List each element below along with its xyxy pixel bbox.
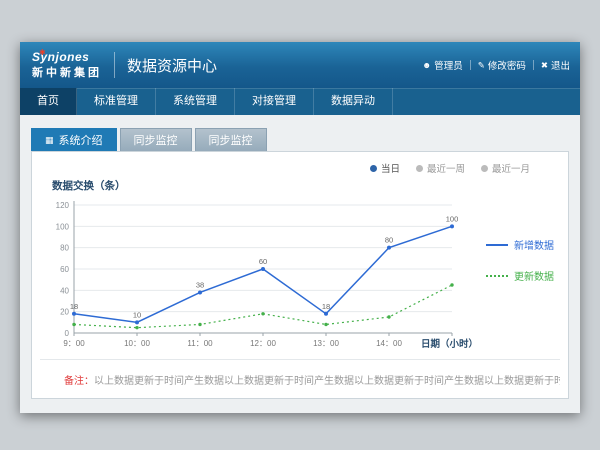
filter-today[interactable]: 当日 bbox=[370, 161, 400, 175]
header-separator bbox=[533, 60, 534, 70]
tab-sync-monitor-1[interactable]: 同步监控 bbox=[120, 128, 192, 151]
filter-label: 最近一月 bbox=[492, 161, 530, 175]
nav-item-home[interactable]: 首页 bbox=[20, 88, 77, 115]
line-sample-solid bbox=[486, 244, 508, 246]
filter-label: 最近一周 bbox=[427, 161, 465, 175]
content-area: ▦ 系统介绍 同步监控 同步监控 当日 bbox=[20, 115, 580, 413]
header-actions: ☻ 管理员 ✎ 修改密码 ✖ 退出 bbox=[422, 58, 570, 72]
nav-item-standard-mgmt[interactable]: 标准管理 bbox=[77, 88, 156, 115]
logout-label: 退出 bbox=[551, 58, 570, 72]
admin-user-label: 管理员 bbox=[434, 58, 463, 72]
header-separator bbox=[470, 60, 471, 70]
svg-text:10: 10 bbox=[133, 310, 141, 319]
svg-text:日期（小时）: 日期（小时） bbox=[421, 338, 478, 350]
footnote-text: 以上数据更新于时间产生数据以上数据更新于时间产生数据以上数据更新于时间产生数据以… bbox=[94, 376, 560, 387]
user-icon: ☻ bbox=[422, 60, 431, 70]
tab-bar: ▦ 系统介绍 同步监控 同步监控 bbox=[31, 128, 569, 151]
svg-text:11：00: 11：00 bbox=[187, 339, 213, 348]
radio-dot-icon bbox=[416, 165, 423, 172]
nav-item-data-change[interactable]: 数据异动 bbox=[314, 88, 393, 115]
filter-last-week[interactable]: 最近一周 bbox=[416, 161, 465, 175]
svg-text:0: 0 bbox=[65, 329, 70, 338]
svg-text:12：00: 12：00 bbox=[250, 339, 276, 348]
svg-text:80: 80 bbox=[60, 244, 69, 253]
chart-row: 0 20 40 60 80 100 120 9：00 10：00 11：00 12：00 13：00 1… bbox=[40, 193, 560, 355]
svg-text:38: 38 bbox=[196, 280, 204, 289]
app-window: ✱ Synjones 新中新集团 数据资源中心 ☻ 管理员 ✎ 修改密码 ✖ bbox=[20, 42, 580, 413]
svg-text:9：00: 9：00 bbox=[63, 339, 85, 348]
app-header: ✱ Synjones 新中新集团 数据资源中心 ☻ 管理员 ✎ 修改密码 ✖ bbox=[20, 42, 580, 88]
svg-text:18: 18 bbox=[70, 302, 78, 311]
radio-dot-icon bbox=[370, 165, 377, 172]
admin-user-button[interactable]: ☻ 管理员 bbox=[422, 58, 462, 72]
footnote: 备注：以上数据更新于时间产生数据以上数据更新于时间产生数据以上数据更新于时间产生… bbox=[40, 359, 560, 399]
tab-label: 系统介绍 bbox=[59, 132, 103, 148]
line-chart[interactable]: 0 20 40 60 80 100 120 9：00 10：00 11：00 12：00 13：00 1… bbox=[40, 193, 484, 355]
svg-text:100: 100 bbox=[446, 214, 459, 223]
svg-text:120: 120 bbox=[56, 201, 70, 210]
tab-system-intro[interactable]: ▦ 系统介绍 bbox=[31, 128, 117, 151]
tab-label: 同步监控 bbox=[209, 132, 253, 148]
logout-button[interactable]: ✖ 退出 bbox=[541, 58, 570, 72]
svg-text:13：00: 13：00 bbox=[313, 339, 339, 348]
svg-text:20: 20 bbox=[60, 308, 69, 317]
filter-label: 当日 bbox=[381, 161, 400, 175]
brand-name-cn: 新中新集团 bbox=[32, 64, 102, 80]
series-legend: 新增数据 更新数据 bbox=[486, 237, 554, 283]
change-password-label: 修改密码 bbox=[488, 58, 526, 72]
legend-item-new-data[interactable]: 新增数据 bbox=[486, 237, 554, 252]
nav-item-integration-mgmt[interactable]: 对接管理 bbox=[235, 88, 314, 115]
svg-text:10：00: 10：00 bbox=[124, 339, 150, 348]
filter-last-month[interactable]: 最近一月 bbox=[481, 161, 530, 175]
brand-logo: ✱ Synjones 新中新集团 bbox=[30, 50, 102, 80]
nav-item-system-mgmt[interactable]: 系统管理 bbox=[156, 88, 235, 115]
tab-label: 同步监控 bbox=[134, 132, 178, 148]
legend-item-update-data[interactable]: 更新数据 bbox=[486, 268, 554, 283]
line-sample-dotted bbox=[486, 275, 508, 277]
svg-text:100: 100 bbox=[56, 222, 70, 231]
app-title: 数据资源中心 bbox=[127, 55, 217, 76]
svg-text:40: 40 bbox=[60, 286, 69, 295]
grid-icon: ▦ bbox=[45, 135, 54, 146]
chart-panel: 当日 最近一周 最近一月 数据交换（条） 0 20 40 60 80 100 120 9：00… bbox=[31, 151, 569, 399]
range-filters: 当日 最近一周 最近一月 bbox=[40, 160, 560, 176]
svg-text:60: 60 bbox=[60, 265, 69, 274]
desktop-background: ✱ Synjones 新中新集团 数据资源中心 ☻ 管理员 ✎ 修改密码 ✖ bbox=[0, 0, 600, 450]
logout-icon: ✖ bbox=[541, 60, 548, 71]
edit-password-icon: ✎ bbox=[478, 60, 485, 71]
logo-star-icon: ✱ bbox=[39, 48, 46, 57]
svg-text:14：00: 14：00 bbox=[376, 339, 402, 348]
series-name: 新增数据 bbox=[514, 237, 554, 252]
series-name: 更新数据 bbox=[514, 268, 554, 283]
footnote-label: 备注： bbox=[64, 376, 94, 387]
svg-text:18: 18 bbox=[322, 302, 330, 311]
svg-text:80: 80 bbox=[385, 236, 393, 245]
main-nav: 首页 标准管理 系统管理 对接管理 数据异动 bbox=[20, 88, 580, 115]
header-divider bbox=[114, 52, 115, 78]
y-axis-title: 数据交换（条） bbox=[52, 178, 560, 193]
svg-text:60: 60 bbox=[259, 257, 267, 266]
tab-sync-monitor-2[interactable]: 同步监控 bbox=[195, 128, 267, 151]
change-password-button[interactable]: ✎ 修改密码 bbox=[478, 58, 526, 72]
radio-dot-icon bbox=[481, 165, 488, 172]
